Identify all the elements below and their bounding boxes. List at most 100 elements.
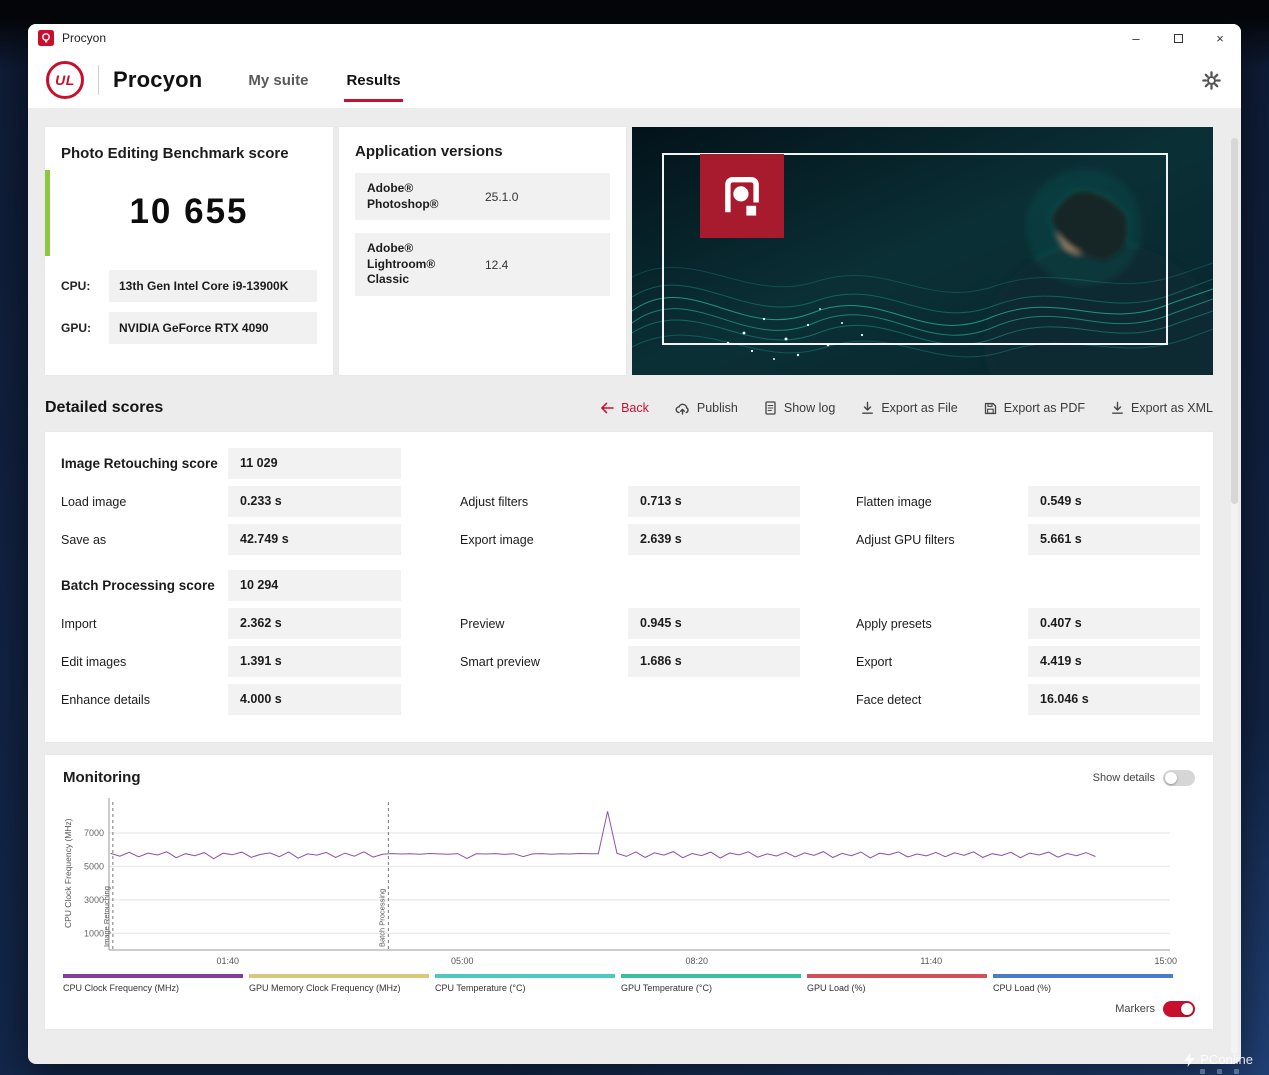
scrollbar-thumb[interactable]: [1231, 138, 1238, 504]
show-log-button[interactable]: Show log: [764, 401, 835, 415]
close-button[interactable]: ×: [1199, 24, 1241, 52]
titlebar[interactable]: Procyon – ×: [28, 24, 1241, 52]
metric-label: Save as: [61, 533, 228, 547]
header-divider: [98, 65, 99, 95]
application-versions-card: Application versions Adobe® Photoshop® 2…: [339, 127, 626, 375]
app-version-row: Adobe® Lightroom® Classic 12.4: [355, 233, 610, 296]
legend-swatch: [993, 974, 1173, 978]
vertical-scrollbar[interactable]: [1231, 138, 1238, 1054]
detailed-score-row: Save as42.749 sExport image2.639 sAdjust…: [61, 524, 1197, 555]
score-value: 10 294: [228, 570, 401, 601]
legend-swatch: [63, 974, 243, 978]
legend-item: CPU Temperature (°C): [435, 974, 615, 993]
markers-toggle[interactable]: [1163, 1001, 1195, 1017]
show-details-label: Show details: [1093, 772, 1155, 784]
back-button[interactable]: Back: [599, 401, 649, 415]
chart-legend: CPU Clock Frequency (MHz) GPU Memory Cloc…: [63, 974, 1195, 993]
metric-value: 2.362 s: [228, 608, 401, 639]
monitoring-card: Monitoring Show details CPU Clock Freque…: [45, 755, 1213, 1029]
legend-item: GPU Load (%): [807, 974, 987, 993]
metric-value: 5.661 s: [1028, 524, 1200, 555]
legend-item: CPU Clock Frequency (MHz): [63, 974, 243, 993]
log-document-icon: [764, 401, 777, 415]
detailed-scores-title: Detailed scores: [45, 399, 163, 417]
metric-value: 42.749 s: [228, 524, 401, 555]
metric-label: Import: [61, 617, 228, 631]
detailed-score-row: Edit images1.391 sSmart preview1.686 sEx…: [61, 646, 1197, 677]
settings-gear-icon[interactable]: [1202, 71, 1221, 90]
phase-marker-label: Image Retouching: [102, 886, 111, 947]
cpu-spec-row: CPU: 13th Gen Intel Core i9-13900K: [61, 270, 317, 302]
procyon-logo: [700, 154, 784, 238]
legend-item: CPU Load (%): [993, 974, 1173, 993]
window-title: Procyon: [62, 31, 106, 45]
score-label: Batch Processing score: [61, 578, 228, 593]
ul-logo: UL: [46, 61, 84, 99]
metric-value: 16.046 s: [1028, 684, 1200, 715]
benchmark-score-card: Photo Editing Benchmark score 10 655 CPU…: [45, 127, 333, 375]
x-tick-label: 05:00: [451, 956, 474, 966]
toggle-knob: [1181, 1003, 1193, 1015]
legend-swatch: [807, 974, 987, 978]
metric-value: 1.391 s: [228, 646, 401, 677]
download-icon: [1111, 401, 1124, 415]
benchmark-score: 10 655: [61, 192, 317, 232]
tab-my-suite[interactable]: My suite: [248, 52, 308, 108]
metric-label: Load image: [61, 495, 228, 509]
metric-label: Edit images: [61, 655, 228, 669]
legend-label: CPU Temperature (°C): [435, 983, 615, 993]
y-tick-label: 5000: [84, 861, 104, 871]
metric-label: Face detect: [856, 693, 1028, 707]
detailed-score-row: Enhance details4.000 sFace detect16.046 …: [61, 684, 1197, 715]
legend-label: CPU Clock Frequency (MHz): [63, 983, 243, 993]
app-name: Adobe® Lightroom® Classic: [367, 241, 473, 288]
tab-results[interactable]: Results: [346, 52, 400, 108]
legend-label: GPU Load (%): [807, 983, 987, 993]
maximize-button[interactable]: [1157, 24, 1199, 52]
legend-item: GPU Memory Clock Frequency (MHz): [249, 974, 429, 993]
app-version: 25.1.0: [485, 190, 518, 204]
metric-value: 4.419 s: [1028, 646, 1200, 677]
legend-swatch: [249, 974, 429, 978]
metric-value: 4.000 s: [228, 684, 401, 715]
x-tick-label: 08:20: [685, 956, 708, 966]
score-label: Image Retouching score: [61, 456, 228, 471]
y-axis-label: CPU Clock Frequency (MHz): [63, 796, 73, 950]
app-name: Adobe® Photoshop®: [367, 181, 473, 212]
cpu-value: 13th Gen Intel Core i9-13900K: [109, 270, 317, 302]
publish-button[interactable]: Publish: [675, 401, 738, 415]
metric-value: 0.549 s: [1028, 486, 1200, 517]
export-xml-button[interactable]: Export as XML: [1111, 401, 1213, 415]
app-version: 12.4: [485, 258, 508, 272]
publish-cloud-icon: [675, 402, 690, 415]
y-tick-label: 7000: [84, 828, 104, 838]
minimize-button[interactable]: –: [1115, 24, 1157, 52]
app-icon: [38, 30, 54, 46]
brand-title: Procyon: [113, 67, 202, 93]
score-value: 11 029: [228, 448, 401, 479]
legend-label: CPU Load (%): [993, 983, 1173, 993]
save-disk-icon: [984, 402, 997, 415]
metric-value: 0.713 s: [628, 486, 800, 517]
metric-label: Smart preview: [460, 655, 628, 669]
show-details-toggle[interactable]: [1163, 770, 1195, 786]
export-file-button[interactable]: Export as File: [861, 401, 957, 415]
detailed-score-row: Batch Processing score10 294: [61, 570, 1197, 601]
legend-swatch: [621, 974, 801, 978]
export-pdf-button[interactable]: Export as PDF: [984, 401, 1085, 415]
detailed-score-row: Image Retouching score11 029: [61, 448, 1197, 479]
x-tick-label: 01:40: [216, 956, 239, 966]
metric-value: 0.407 s: [1028, 608, 1200, 639]
x-tick-label: 11:40: [920, 956, 942, 966]
toggle-knob: [1165, 772, 1177, 784]
score-card-title: Photo Editing Benchmark score: [61, 145, 317, 162]
metric-value: 0.233 s: [228, 486, 401, 517]
x-tick-label: 15:00: [1154, 956, 1177, 966]
monitoring-title: Monitoring: [63, 769, 140, 786]
legend-item: GPU Temperature (°C): [621, 974, 801, 993]
metric-label: Export image: [460, 533, 628, 547]
gpu-value: NVIDIA GeForce RTX 4090: [109, 312, 317, 344]
legend-label: GPU Memory Clock Frequency (MHz): [249, 983, 429, 993]
versions-card-title: Application versions: [355, 143, 610, 160]
download-icon: [861, 401, 874, 415]
